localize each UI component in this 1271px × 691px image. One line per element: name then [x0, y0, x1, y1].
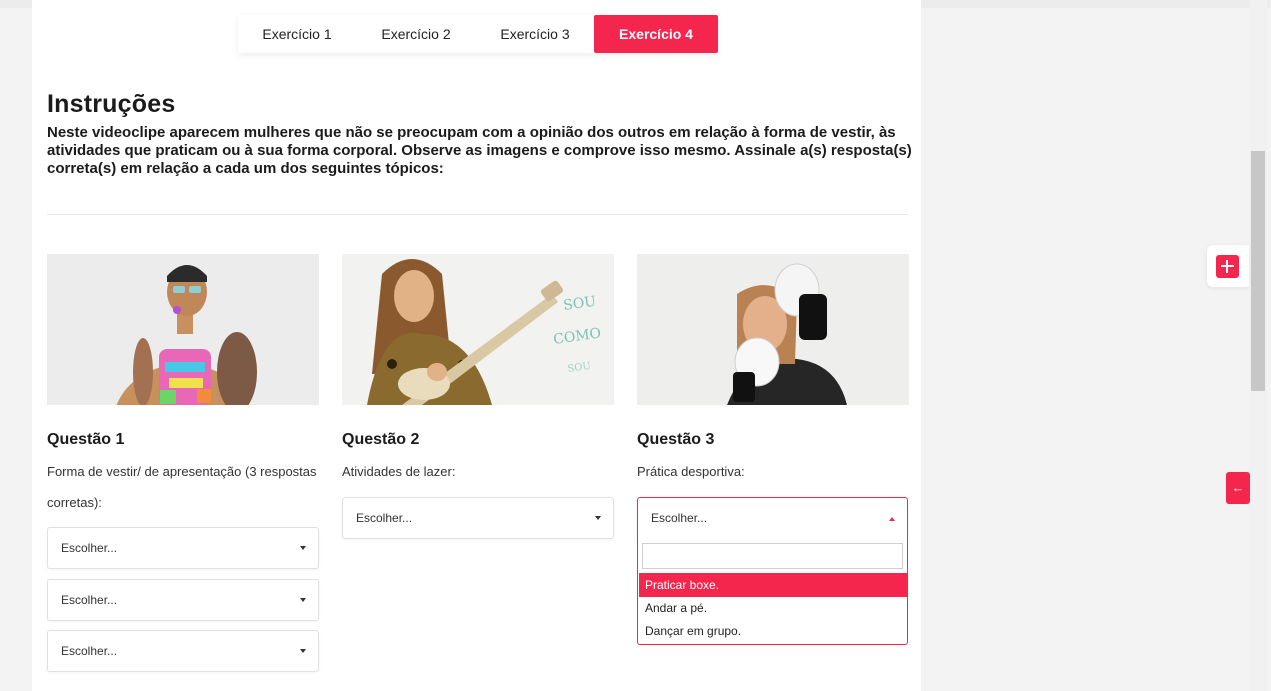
back-button[interactable]: ←	[1226, 472, 1250, 504]
instructions-text: Neste videoclipe aparecem mulheres que n…	[47, 124, 912, 177]
chevron-up-icon	[889, 517, 895, 521]
chevron-down-icon	[300, 598, 306, 602]
dropdown-search-input[interactable]	[642, 543, 903, 569]
question-1-select-2[interactable]: Escolher...	[47, 579, 319, 621]
select-value: Escolher...	[61, 541, 118, 555]
question-3-description: Prática desportiva:	[637, 464, 745, 479]
video-still-3	[637, 254, 909, 405]
select-value: Escolher...	[651, 511, 708, 525]
question-1-select-1[interactable]: Escolher...	[47, 527, 319, 569]
video-still-2: SOU COMO SOU	[342, 254, 614, 405]
tab-exercicio-2[interactable]: Exercício 2	[356, 15, 476, 53]
tab-exercicio-3[interactable]: Exercício 3	[476, 15, 594, 53]
question-2-description: Atividades de lazer:	[342, 464, 456, 479]
dropdown-option-praticar-boxe[interactable]: Praticar boxe.	[639, 573, 907, 597]
tab-exercicio-1[interactable]: Exercício 1	[238, 15, 356, 53]
question-1-title: Questão 1	[47, 431, 125, 448]
dropdown-option-dancar-em-grupo[interactable]: Dançar em grupo.	[639, 619, 907, 643]
question-2-select-1[interactable]: Escolher...	[342, 497, 614, 539]
scrollbar-thumb[interactable]	[1251, 151, 1265, 391]
question-1-select-3[interactable]: Escolher...	[47, 630, 319, 672]
video-still-1	[47, 254, 319, 405]
dropdown-option-andar-a-pe[interactable]: Andar a pé.	[639, 596, 907, 620]
select-value: Escolher...	[61, 644, 118, 658]
arrow-left-icon: ←	[1231, 480, 1245, 495]
add-button-container	[1207, 245, 1249, 287]
question-3-dropdown: Praticar boxe. Andar a pé. Dançar em gru…	[637, 540, 908, 645]
exercise-tabs: Exercício 1 Exercício 2 Exercício 3 Exer…	[238, 15, 718, 53]
select-value: Escolher...	[61, 593, 118, 607]
question-3-title: Questão 3	[637, 431, 715, 448]
plus-icon[interactable]	[1216, 255, 1239, 278]
chevron-down-icon	[595, 516, 601, 520]
question-3-select-1[interactable]: Escolher...	[637, 497, 908, 541]
question-2-title: Questão 2	[342, 431, 420, 448]
question-1-description: Forma de vestir/ de apresentação (3 resp…	[47, 464, 317, 510]
divider	[47, 214, 908, 215]
tab-exercicio-4[interactable]: Exercício 4	[594, 15, 718, 53]
select-value: Escolher...	[356, 511, 413, 525]
instructions-title: Instruções	[47, 90, 176, 118]
chevron-down-icon	[300, 546, 306, 550]
chevron-down-icon	[300, 649, 306, 653]
